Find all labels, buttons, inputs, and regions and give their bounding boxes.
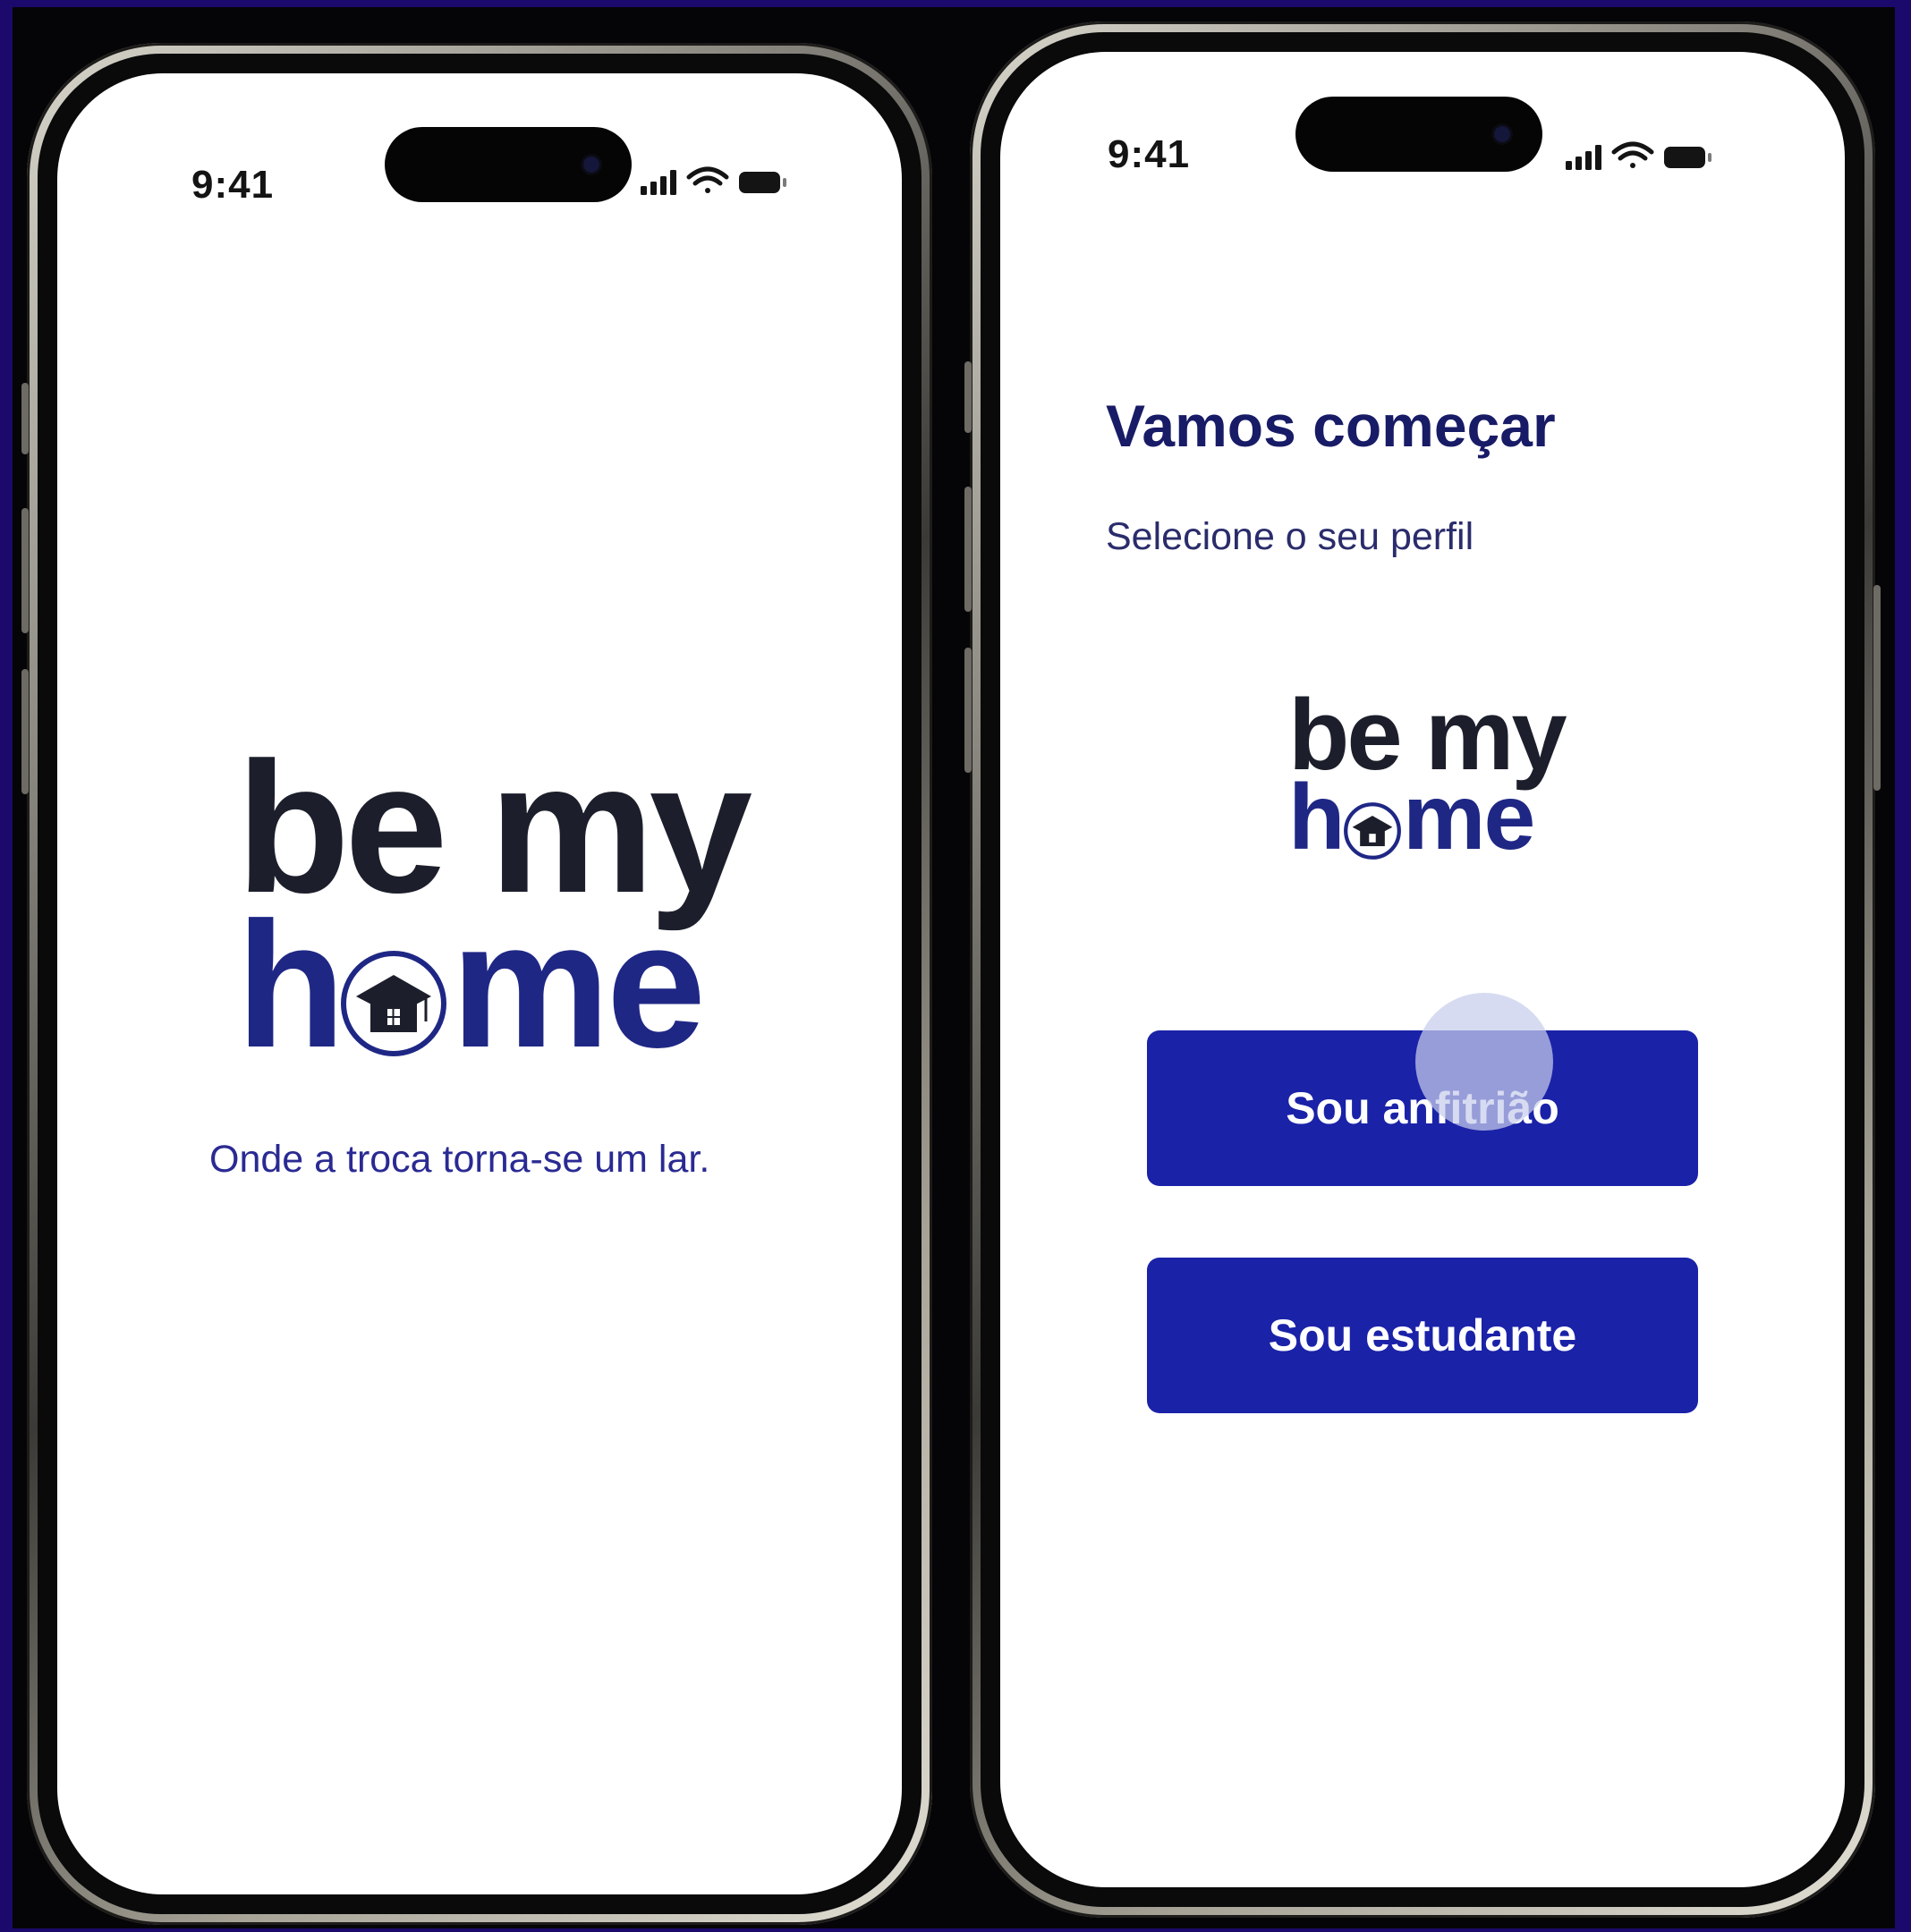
status-icons <box>641 166 786 195</box>
dynamic-island <box>1295 97 1542 172</box>
bezel: 9:41 <box>981 32 1864 1907</box>
splash-screen: 9:41 be my h me Onde a troca torna-se um… <box>57 73 902 1894</box>
student-profile-button-label: Sou estudante <box>1268 1310 1577 1360</box>
graduation-house-icon <box>341 951 446 1056</box>
camera-icon <box>583 157 599 173</box>
status-icons <box>1566 141 1711 170</box>
wifi-icon <box>686 166 729 193</box>
signal-icon <box>1566 145 1601 170</box>
battery-icon <box>739 172 786 193</box>
power-button <box>1873 585 1881 791</box>
signal-icon <box>641 170 676 195</box>
battery-icon <box>1664 147 1711 168</box>
graduation-house-icon <box>1344 802 1401 860</box>
volume-button <box>964 487 972 612</box>
tagline: Onde a troca torna-se um lar. <box>209 1138 710 1181</box>
profile-selection-screen: 9:41 Vamos começar Selecione o seu perfi… <box>1000 52 1845 1887</box>
dynamic-island <box>385 127 632 202</box>
phone-left: 9:41 be my h me Onde a troca torna-se um… <box>21 43 932 1925</box>
logo-text-me: me <box>1403 766 1535 869</box>
volume-button <box>21 669 29 794</box>
logo-text-h: h <box>236 886 345 1085</box>
status-time: 9:41 <box>191 163 275 207</box>
logo-text-me: me <box>451 886 706 1085</box>
status-time: 9:41 <box>1108 132 1191 176</box>
logo-text-h: h <box>1288 766 1346 869</box>
wifi-icon <box>1611 141 1654 168</box>
touch-indicator <box>1415 993 1553 1131</box>
volume-button <box>21 383 29 454</box>
page-subtitle: Selecione o seu perfil <box>1106 515 1474 558</box>
volume-button <box>964 361 972 433</box>
volume-button <box>964 648 972 773</box>
camera-icon <box>1494 126 1510 142</box>
volume-button <box>21 508 29 633</box>
student-profile-button[interactable]: Sou estudante <box>1147 1258 1698 1413</box>
page-title: Vamos começar <box>1106 393 1556 459</box>
phone-right: 9:41 Vamos começar Selecione o seu perfi… <box>964 21 1881 1918</box>
bezel: 9:41 <box>38 54 922 1914</box>
